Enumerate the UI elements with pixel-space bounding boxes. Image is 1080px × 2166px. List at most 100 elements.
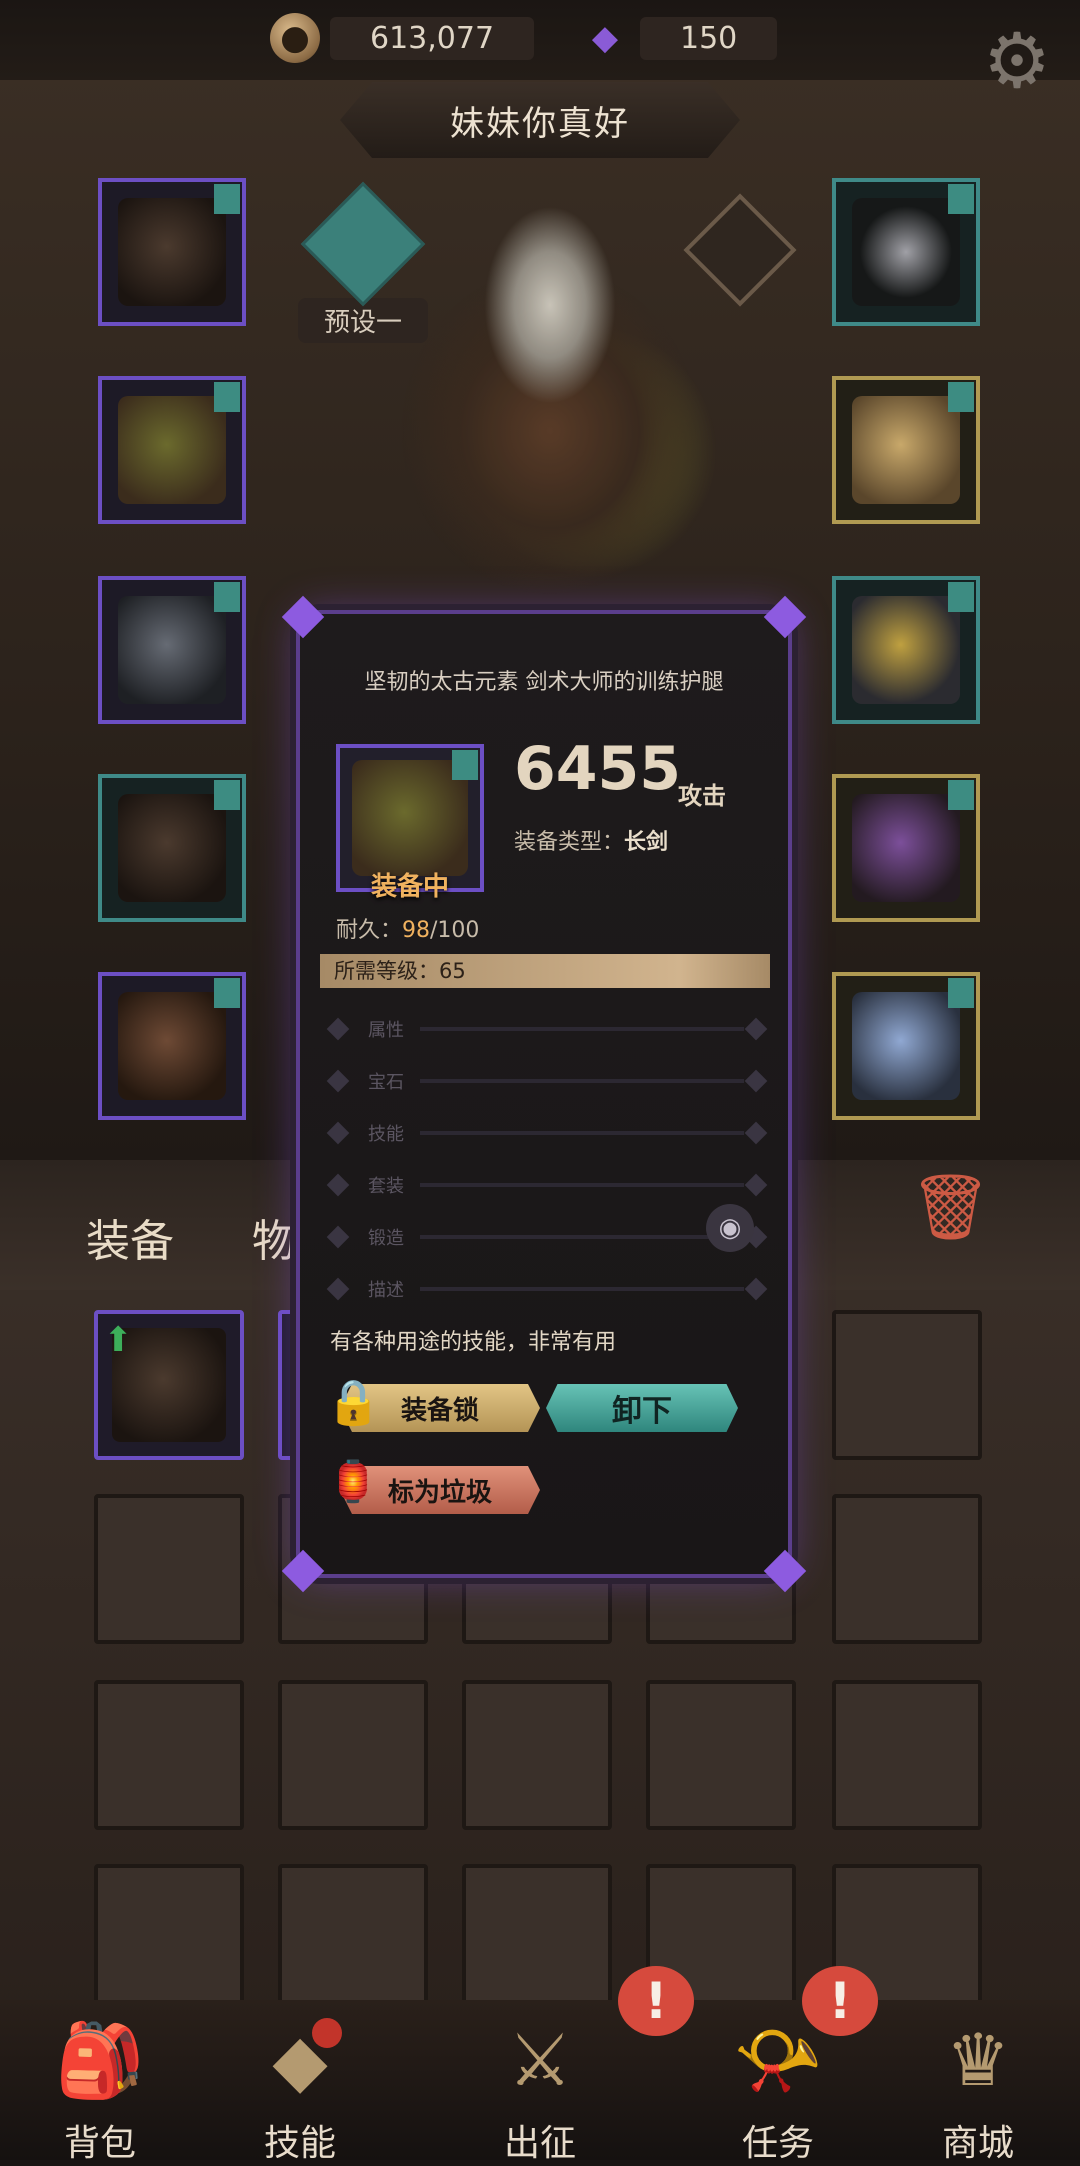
nav-label: 技能	[263, 2123, 336, 2164]
preset-selector[interactable]: 预设一	[298, 181, 428, 343]
inventory-slot[interactable]	[94, 1864, 244, 2014]
inventory-slot[interactable]	[462, 1680, 612, 1830]
nav-backpack[interactable]: 🎒 背包	[20, 2010, 180, 2166]
property-row[interactable]: 属性	[326, 1014, 768, 1044]
diamond-icon	[744, 1017, 768, 1041]
diamond-icon	[326, 1121, 350, 1145]
slot-tag	[214, 582, 240, 612]
nav-label: 商城	[941, 2123, 1014, 2164]
property-label: 属性	[368, 1020, 404, 1041]
slot-tag	[948, 978, 974, 1008]
equip-type: 装备类型：长剑	[514, 824, 668, 856]
inventory-slot[interactable]	[832, 1680, 982, 1830]
nav-expedition[interactable]: ⚔ 出征	[460, 2010, 620, 2166]
inventory-slot[interactable]	[462, 1864, 612, 2014]
upgrade-arrow-icon: ⬆	[104, 1320, 133, 1360]
equip-type-value: 长剑	[624, 830, 669, 855]
boots-icon	[118, 992, 226, 1100]
diamond-icon	[326, 1225, 350, 1249]
cross-necklace-icon	[852, 198, 960, 306]
backpack-icon: 🎒	[55, 2017, 145, 2102]
required-level: 所需等级：65	[320, 954, 770, 988]
armor-icon	[352, 760, 468, 876]
inventory-slot[interactable]	[646, 1680, 796, 1830]
forge-row[interactable]: 锻造	[326, 1222, 768, 1252]
inventory-slot[interactable]: ⬆	[94, 1310, 244, 1460]
preset-emblem-icon	[300, 181, 426, 307]
diamond-icon	[744, 1173, 768, 1197]
divider	[420, 1235, 744, 1239]
inventory-slot[interactable]	[278, 1864, 428, 2014]
gem-value: 150	[640, 16, 778, 60]
skill-row[interactable]: 技能	[326, 1118, 768, 1148]
slot-chest[interactable]	[98, 376, 246, 524]
tab-equipment[interactable]: 装备	[86, 1205, 174, 1269]
slot-pants[interactable]	[98, 774, 246, 922]
property-label: 技能	[368, 1124, 404, 1145]
nav-label: 背包	[63, 2123, 136, 2164]
inventory-slot[interactable]	[832, 1310, 982, 1460]
slot-tag	[452, 750, 478, 780]
item-detail-popup: 坚韧的太古元素 剑术大师的训练护腿 装备中 6455 攻击 装备类型：长剑 耐久…	[281, 595, 807, 1593]
slot-offhand[interactable]	[832, 972, 980, 1120]
coin-icon: ●	[270, 13, 320, 63]
nav-skill[interactable]: ◆ 技能	[220, 2010, 380, 2166]
inventory-slot[interactable]	[832, 1494, 982, 1644]
sword-icon: ⚔	[507, 2018, 573, 2102]
slot-ring[interactable]	[832, 576, 980, 724]
slot-tag	[948, 582, 974, 612]
slot-boots[interactable]	[98, 972, 246, 1120]
slot-necklace[interactable]	[832, 178, 980, 326]
lantern-icon: 🏮	[328, 1459, 378, 1505]
required-level-label: 所需等级：	[334, 959, 439, 983]
property-label: 套装	[368, 1176, 404, 1197]
slot-tag	[214, 780, 240, 810]
item-title: 坚韧的太古元素 剑术大师的训练护腿	[364, 670, 724, 695]
equip-type-label: 装备类型：	[514, 830, 625, 855]
unequip-button[interactable]: 卸下	[546, 1384, 738, 1432]
required-level-value: 65	[439, 959, 466, 983]
pants-icon	[118, 794, 226, 902]
slot-shoulder[interactable]	[98, 576, 246, 724]
crystal-shield-icon	[852, 992, 960, 1100]
inventory-slot[interactable]	[94, 1494, 244, 1644]
alert-icon: !	[802, 1966, 878, 2036]
property-label: 宝石	[368, 1072, 404, 1093]
nav-shop[interactable]: ♛ 商城	[898, 2010, 1058, 2166]
attack-unit: 攻击	[678, 782, 726, 810]
diamond-icon	[744, 1069, 768, 1093]
durability-label: 耐久：	[336, 918, 403, 943]
gear-icon[interactable]: ⚙	[976, 20, 1058, 102]
slot-tag	[214, 978, 240, 1008]
ring-icon	[852, 596, 960, 704]
slot-tag	[214, 382, 240, 412]
slot-weapon[interactable]	[832, 774, 980, 922]
set-row[interactable]: 套装	[326, 1170, 768, 1200]
coin-value: 613,077	[330, 16, 535, 60]
divider	[420, 1079, 744, 1083]
slot-gloves[interactable]	[832, 376, 980, 524]
divider	[420, 1287, 744, 1291]
feather-weapon-icon	[852, 794, 960, 902]
attack-value: 6455	[514, 734, 681, 804]
slot-tag	[948, 184, 974, 214]
gem-row[interactable]: 宝石	[326, 1066, 768, 1096]
slot-helmet[interactable]	[98, 178, 246, 326]
diamond-icon	[326, 1017, 350, 1041]
slot-tag	[948, 780, 974, 810]
inventory-slot[interactable]	[278, 1680, 428, 1830]
divider	[420, 1131, 744, 1135]
durability-max: /100	[430, 918, 480, 943]
gauntlet-icon	[852, 396, 960, 504]
shop-icon: ♛	[945, 2018, 1011, 2102]
eye-icon[interactable]: ◉	[706, 1204, 754, 1252]
notification-dot	[312, 2018, 342, 2048]
crystal-icon: ◆	[591, 18, 619, 58]
trash-icon[interactable]: 🗑	[910, 1170, 991, 1250]
nav-label: 出征	[503, 2123, 576, 2164]
equipped-label: 装备中	[370, 872, 449, 902]
character-name: 妹妹你真好	[340, 82, 740, 158]
description-row[interactable]: 描述	[326, 1274, 768, 1304]
inventory-slot[interactable]	[94, 1680, 244, 1830]
nav-label: 任务	[741, 2123, 814, 2164]
